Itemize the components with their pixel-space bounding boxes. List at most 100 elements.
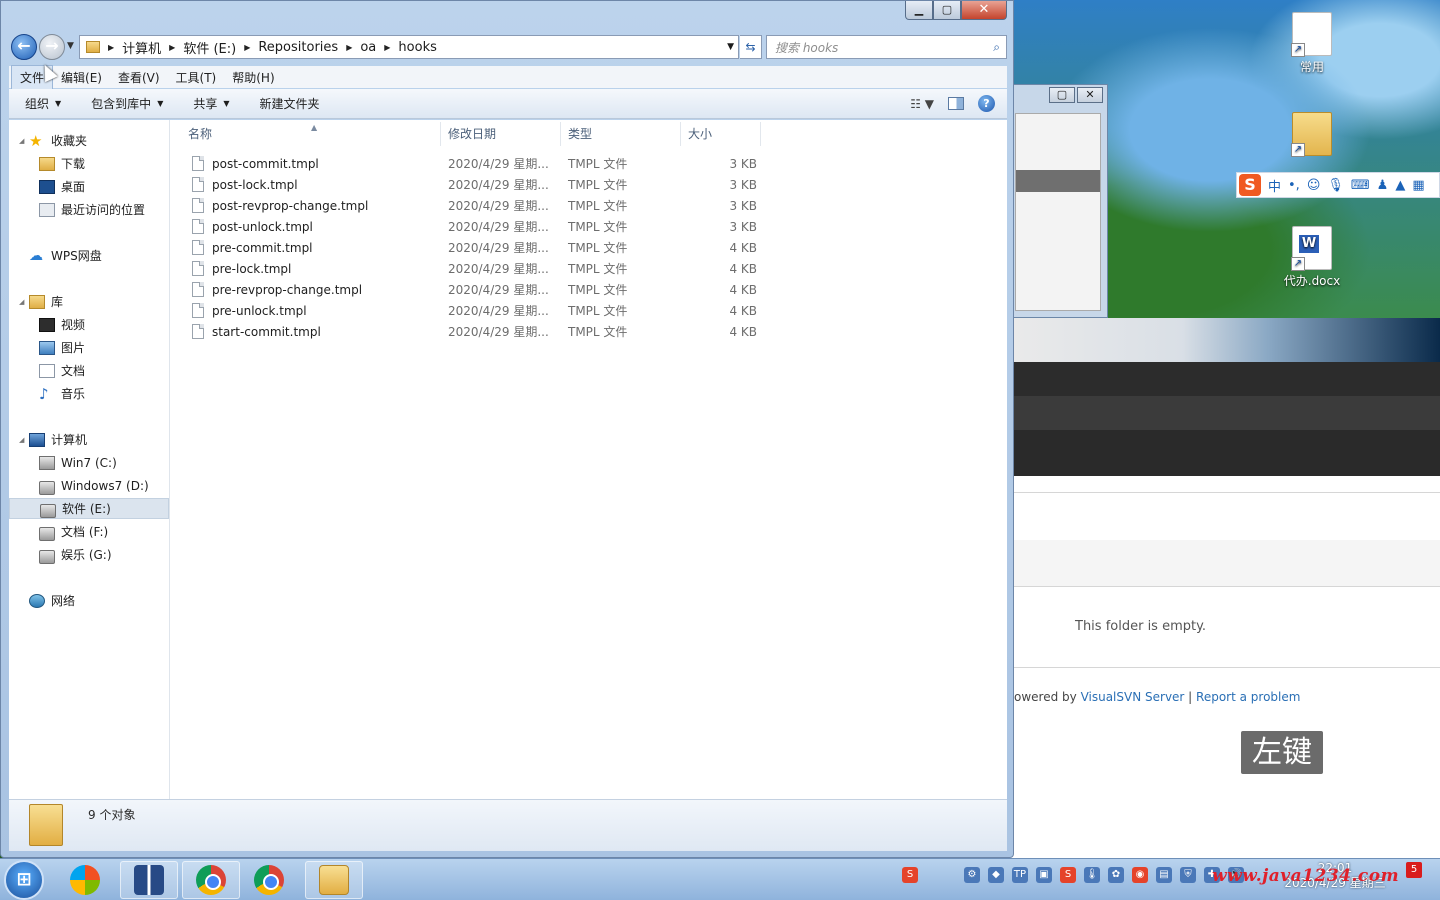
nav-music[interactable]: ♪ 音乐: [9, 383, 169, 404]
column-header-type[interactable]: 类型: [561, 122, 681, 146]
chevron-right-icon[interactable]: ▶: [346, 43, 352, 52]
chevron-right-icon[interactable]: ▶: [244, 43, 250, 52]
emoji-icon[interactable]: ☺: [1307, 178, 1321, 193]
nav-network[interactable]: 网络: [9, 590, 169, 611]
chevron-right-icon[interactable]: ▶: [169, 43, 175, 52]
taskbar-app-chrome-1[interactable]: [182, 861, 240, 899]
report-problem-link[interactable]: Report a problem: [1196, 690, 1300, 704]
maximize-icon[interactable]: ▢: [1049, 87, 1075, 103]
file-row[interactable]: pre-commit.tmpl 2020/4/29 星期... TMPL 文件 4 K…: [181, 237, 761, 258]
nav-drive-c[interactable]: Win7 (C:): [9, 452, 169, 473]
column-header-size[interactable]: 大小: [681, 122, 761, 146]
menu-grid-icon[interactable]: ▦: [1412, 178, 1424, 193]
skin-icon[interactable]: ▲: [1395, 178, 1405, 193]
chevron-right-icon[interactable]: ▶: [384, 43, 390, 52]
nav-drive-d[interactable]: Windows7 (D:): [9, 475, 169, 496]
ime-toolbar[interactable]: S 中 •, ☺ 🎙 ⌨ ♟ ▲ ▦: [1236, 172, 1440, 198]
file-row[interactable]: pre-lock.tmpl 2020/4/29 星期... TMPL 文件 4 KB: [181, 258, 761, 279]
desktop-icon-folder[interactable]: ↗: [1280, 112, 1344, 158]
maximize-button[interactable]: ▢: [933, 1, 961, 20]
file-row[interactable]: post-revprop-change.tmpl 2020/4/29 星期... T…: [181, 195, 761, 216]
file-row[interactable]: pre-revprop-change.tmpl 2020/4/29 星期... TM…: [181, 279, 761, 300]
nav-drive-g[interactable]: 娱乐 (G:): [9, 544, 169, 565]
breadcrumb-computer[interactable]: 计算机: [122, 38, 161, 57]
nav-wps-cloud[interactable]: ☁ WPS网盘: [9, 245, 169, 266]
recent-pages-chevron-icon[interactable]: ▼: [67, 41, 74, 51]
nav-computer[interactable]: ◢ 计算机: [9, 429, 169, 450]
chevron-down-icon[interactable]: ▼: [727, 42, 734, 52]
nav-downloads[interactable]: 下载: [9, 153, 169, 174]
punctuation-icon[interactable]: •,: [1288, 178, 1300, 193]
nav-documents[interactable]: 文档: [9, 360, 169, 381]
user-icon[interactable]: ♟: [1377, 178, 1389, 193]
visualsvn-link[interactable]: VisualSVN Server: [1081, 690, 1185, 704]
explorer-window[interactable]: ▁ ▢ ✕ ← → ▼ ▶ 计算机 ▶ 软件 (E:) ▶ Repositori…: [0, 0, 1014, 858]
tray-nvidia-icon[interactable]: ▣: [1036, 867, 1052, 883]
nav-desktop[interactable]: 桌面: [9, 176, 169, 197]
menu-edit[interactable]: 编辑(E): [53, 66, 110, 89]
keyboard-icon[interactable]: ⌨: [1351, 178, 1370, 193]
refresh-icon[interactable]: ⇆: [740, 35, 762, 59]
column-header-name[interactable]: 名称 ▲: [181, 122, 441, 146]
nav-drive-f[interactable]: 文档 (F:): [9, 521, 169, 542]
tray-app-icon[interactable]: ⚙: [964, 867, 980, 883]
column-header-modified[interactable]: 修改日期: [441, 122, 561, 146]
close-icon[interactable]: ✕: [1077, 87, 1103, 103]
tray-shield-icon[interactable]: ⛨: [1180, 867, 1196, 883]
file-row[interactable]: post-commit.tmpl 2020/4/29 星期... TMPL 文件 3 …: [181, 153, 761, 174]
tray-s-icon[interactable]: S: [1060, 867, 1076, 883]
search-icon[interactable]: ⌕: [993, 40, 1000, 55]
file-row[interactable]: post-lock.tmpl 2020/4/29 星期... TMPL 文件 3 KB: [181, 174, 761, 195]
tray-cube-icon[interactable]: ◆: [988, 867, 1004, 883]
nav-favorites[interactable]: ◢ ★ 收藏夹: [9, 130, 169, 151]
share-button[interactable]: 共享 ▼: [177, 95, 243, 112]
expand-triangle-icon[interactable]: ◢: [19, 298, 29, 306]
tray-flower-icon[interactable]: ✿: [1108, 867, 1124, 883]
organize-button[interactable]: 组织 ▼: [9, 95, 75, 112]
file-row[interactable]: start-commit.tmpl 2020/4/29 星期... TMPL 文件 4…: [181, 321, 761, 342]
start-button[interactable]: ⊞: [4, 860, 44, 900]
notification-badge-icon[interactable]: 5: [1406, 862, 1422, 878]
nav-videos[interactable]: 视频: [9, 314, 169, 335]
tray-network-icon[interactable]: ▤: [1156, 867, 1172, 883]
microphone-icon[interactable]: 🎙: [1327, 178, 1344, 193]
breadcrumb-oa[interactable]: oa: [360, 40, 376, 55]
close-button[interactable]: ✕: [961, 1, 1007, 20]
preview-pane-icon[interactable]: [948, 97, 964, 110]
breadcrumb-repositories[interactable]: Repositories: [258, 40, 338, 55]
desktop-icon-common[interactable]: ↗ 常用: [1280, 12, 1344, 75]
nav-drive-e[interactable]: 软件 (E:): [9, 498, 169, 519]
tray-tp-icon[interactable]: TP: [1012, 867, 1028, 883]
sogou-tray-icon[interactable]: S: [902, 867, 918, 883]
new-folder-button[interactable]: 新建文件夹: [244, 95, 334, 112]
chevron-right-icon[interactable]: ▶: [108, 43, 114, 52]
include-in-library-button[interactable]: 包含到库中 ▼: [75, 95, 177, 112]
tray-thermometer-icon[interactable]: 🌡: [1084, 867, 1100, 883]
breadcrumb-hooks[interactable]: hooks: [398, 40, 436, 55]
taskbar-app-book[interactable]: [120, 861, 178, 899]
nav-pictures[interactable]: 图片: [9, 337, 169, 358]
ime-mode-toggle[interactable]: 中: [1268, 176, 1281, 195]
breadcrumb-drive-e[interactable]: 软件 (E:): [183, 38, 236, 57]
menu-tools[interactable]: 工具(T): [168, 66, 225, 89]
file-row[interactable]: pre-unlock.tmpl 2020/4/29 星期... TMPL 文件 4 K…: [181, 300, 761, 321]
address-bar[interactable]: ▶ 计算机 ▶ 软件 (E:) ▶ Repositories ▶ oa ▶ ho…: [79, 35, 739, 59]
menu-view[interactable]: 查看(V): [110, 66, 168, 89]
minimize-button[interactable]: ▁: [905, 1, 933, 20]
taskbar-app-explorer[interactable]: [305, 861, 363, 899]
search-input[interactable]: 搜索 hooks ⌕: [766, 35, 1007, 59]
background-window[interactable]: ▢ ✕: [1010, 84, 1108, 318]
forward-arrow-icon[interactable]: →: [39, 34, 65, 60]
taskbar-app-windows[interactable]: [56, 861, 114, 899]
tray-red-icon[interactable]: ◉: [1132, 867, 1148, 883]
taskbar-app-chrome-2[interactable]: [240, 861, 298, 899]
menu-help[interactable]: 帮助(H): [224, 66, 282, 89]
file-row[interactable]: post-unlock.tmpl 2020/4/29 星期... TMPL 文件 3 …: [181, 216, 761, 237]
help-icon[interactable]: ?: [978, 95, 995, 112]
nav-recent-places[interactable]: 最近访问的位置: [9, 199, 169, 220]
sogou-logo-icon[interactable]: S: [1239, 174, 1261, 196]
expand-triangle-icon[interactable]: ◢: [19, 137, 29, 145]
view-options-icon[interactable]: ☷ ▼: [910, 97, 934, 111]
desktop-icon-todo-docx[interactable]: W ↗ 代办.docx: [1280, 226, 1344, 289]
nav-libraries[interactable]: ◢ 库: [9, 291, 169, 312]
